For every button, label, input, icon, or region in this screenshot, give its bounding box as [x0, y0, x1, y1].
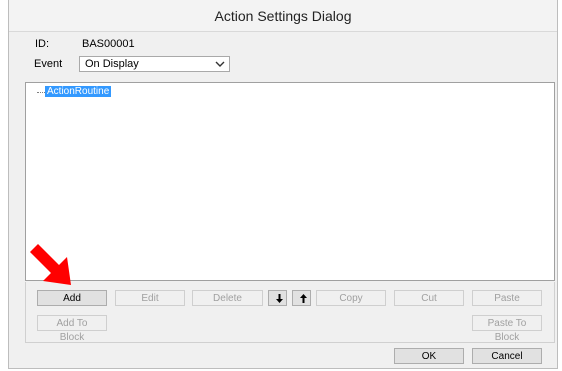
arrow-down-icon	[276, 294, 283, 303]
red-arrow-icon	[30, 244, 71, 285]
event-select[interactable]: On Display	[79, 56, 230, 72]
cancel-button[interactable]: Cancel	[472, 348, 542, 364]
action-settings-dialog: Action Settings Dialog ID: BAS00001 Even…	[8, 0, 558, 369]
cut-button[interactable]: Cut	[394, 290, 464, 306]
event-label: Event	[34, 58, 63, 70]
delete-button[interactable]: Delete	[192, 290, 263, 306]
move-down-button[interactable]	[268, 290, 287, 306]
arrow-up-icon	[300, 294, 307, 303]
move-up-button[interactable]	[292, 290, 311, 306]
paste-to-block-button[interactable]: Paste To Block	[472, 315, 542, 343]
event-select-value: On Display	[85, 58, 139, 70]
ok-button[interactable]: OK	[394, 348, 464, 364]
action-tree[interactable]: ActionRoutine	[25, 82, 555, 281]
add-button[interactable]: Add	[37, 290, 107, 306]
copy-button[interactable]: Copy	[316, 290, 386, 306]
tree-connector	[37, 92, 45, 93]
edit-button[interactable]: Edit	[115, 290, 185, 306]
add-to-block-button[interactable]: Add To Block	[37, 315, 107, 343]
id-value: BAS00001	[82, 38, 135, 50]
tree-node-actionroutine[interactable]: ActionRoutine	[45, 86, 112, 97]
dialog-title: Action Settings Dialog	[214, 8, 352, 24]
title-bar: Action Settings Dialog	[9, 0, 557, 32]
chevron-down-icon	[215, 61, 225, 67]
paste-button[interactable]: Paste	[472, 290, 542, 306]
id-label: ID:	[35, 38, 50, 50]
